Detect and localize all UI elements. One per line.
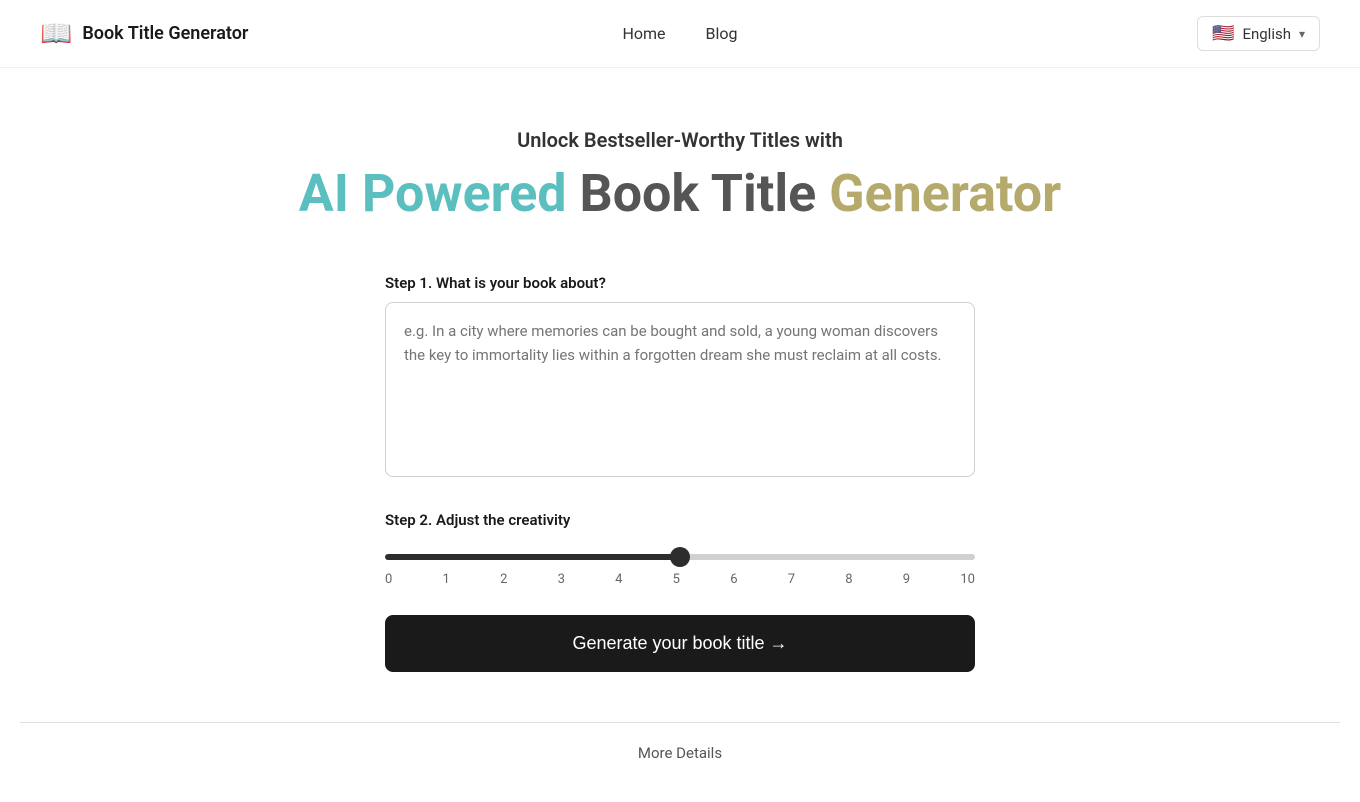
chevron-down-icon: ▾ (1299, 27, 1305, 41)
nav-blog[interactable]: Blog (706, 24, 738, 43)
creativity-slider[interactable] (385, 554, 975, 560)
slider-labels: 0 1 2 3 4 5 6 7 8 9 10 (385, 572, 975, 587)
nav-home[interactable]: Home (622, 24, 665, 43)
slider-tick: 5 (673, 572, 680, 587)
heading-book: Book (580, 163, 711, 224)
slider-tick: 0 (385, 572, 392, 587)
slider-tick: 6 (730, 572, 737, 587)
slider-tick: 7 (788, 572, 795, 587)
hero-heading: AI Powered Book Title Generator (299, 164, 1061, 224)
logo-icon: 📖 (40, 19, 72, 49)
step2-label: Step 2. Adjust the creativity (385, 511, 975, 529)
slider-tick: 10 (960, 572, 975, 587)
language-label: English (1242, 25, 1291, 43)
main-nav: Home Blog (622, 24, 737, 43)
heading-powered: Powered (362, 163, 580, 224)
heading-ai: AI (299, 163, 362, 224)
book-description-input[interactable] (385, 302, 975, 477)
slider-tick: 8 (845, 572, 852, 587)
slider-tick: 3 (558, 572, 565, 587)
more-details-section: More Details (20, 722, 1340, 762)
generate-button[interactable]: Generate your book title → (385, 615, 975, 672)
generator-form: Step 1. What is your book about? Step 2.… (385, 274, 975, 712)
hero-subtitle: Unlock Bestseller-Worthy Titles with (517, 128, 843, 152)
more-details-label[interactable]: More Details (638, 744, 722, 762)
site-title: Book Title Generator (82, 23, 248, 44)
slider-tick: 9 (903, 572, 910, 587)
creativity-slider-container: 0 1 2 3 4 5 6 7 8 9 10 (385, 545, 975, 587)
language-selector[interactable]: 🇺🇸 English ▾ (1197, 16, 1320, 51)
logo-area: 📖 Book Title Generator (40, 19, 248, 49)
heading-title: Title (711, 163, 829, 224)
flag-icon: 🇺🇸 (1212, 23, 1234, 44)
site-header: 📖 Book Title Generator Home Blog 🇺🇸 Engl… (0, 0, 1360, 68)
slider-tick: 1 (443, 572, 450, 587)
main-content: Unlock Bestseller-Worthy Titles with AI … (0, 68, 1360, 802)
slider-tick: 4 (615, 572, 622, 587)
step1-label: Step 1. What is your book about? (385, 274, 975, 292)
heading-generator: Generator (829, 163, 1061, 224)
slider-tick: 2 (500, 572, 507, 587)
